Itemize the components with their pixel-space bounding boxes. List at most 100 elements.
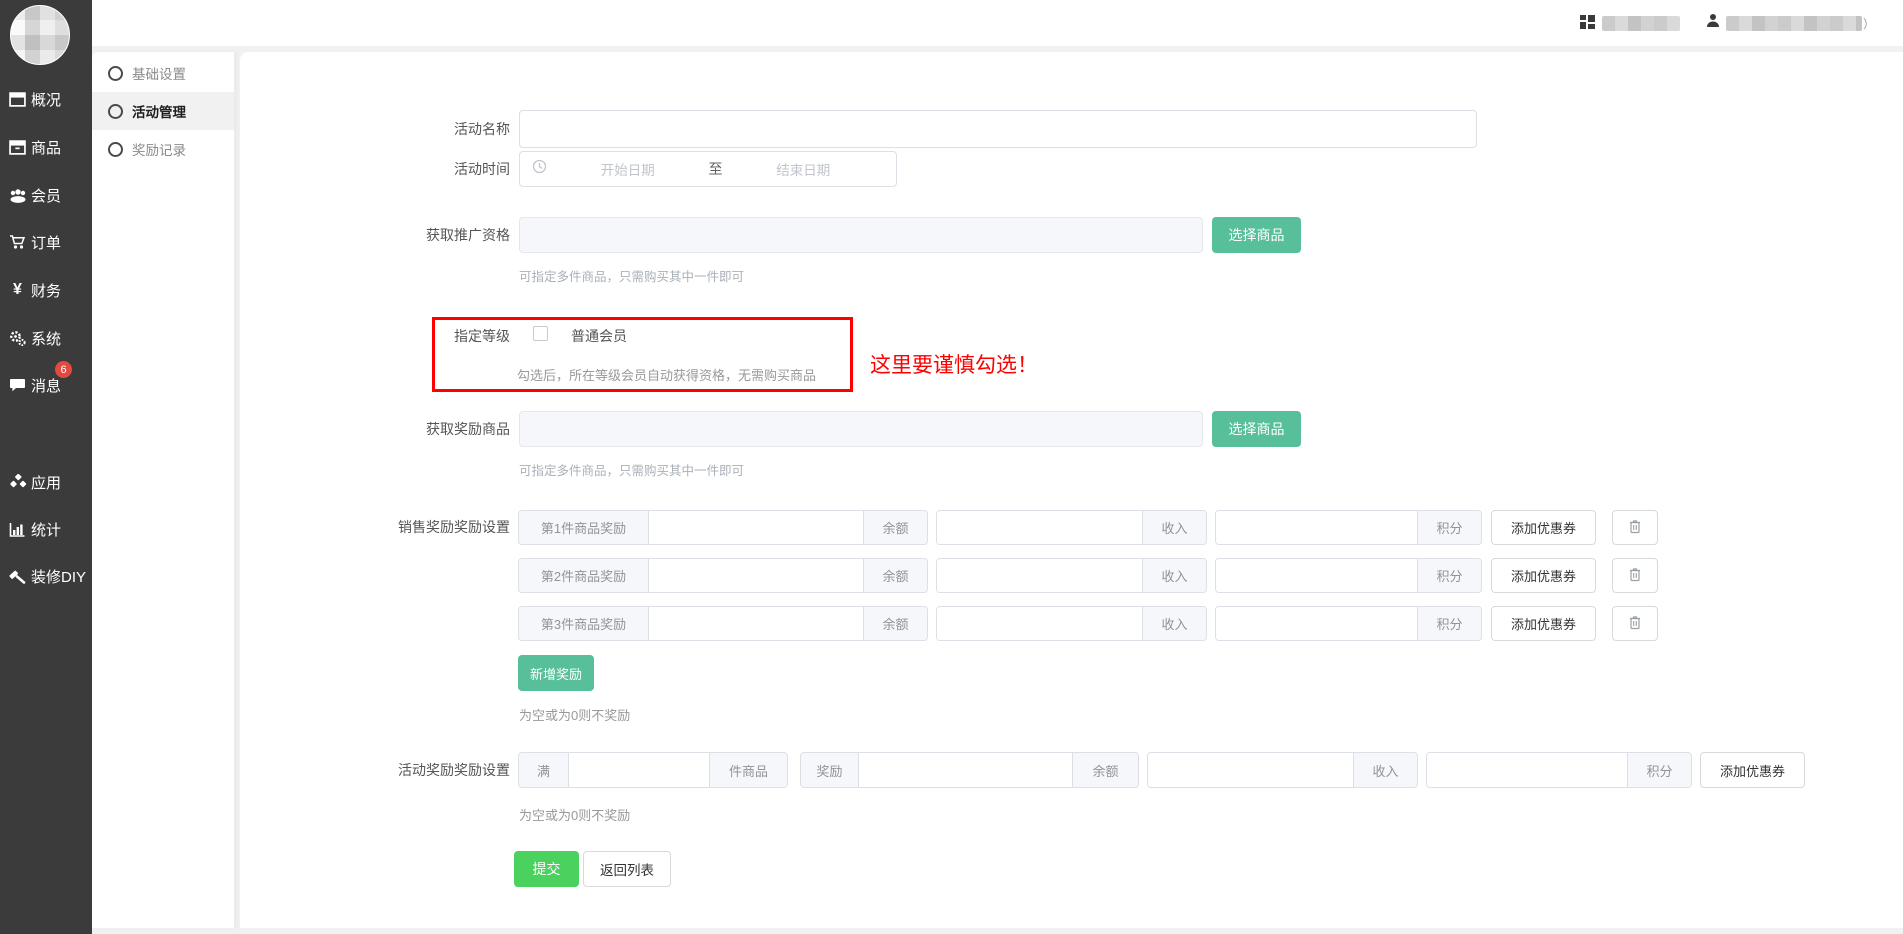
delete-reward-row-button[interactable]	[1612, 558, 1658, 593]
finance-icon: ¥	[8, 281, 27, 299]
submit-button[interactable]: 提交	[514, 851, 579, 887]
members-icon	[8, 188, 27, 203]
orders-icon	[8, 234, 27, 250]
qty-unit-addon: 件商品	[709, 753, 787, 787]
points-input[interactable]	[1216, 559, 1417, 592]
radio-circle-icon	[108, 104, 123, 119]
activity-time-label: 活动时间	[300, 151, 510, 187]
income-unit-addon: 收入	[1142, 511, 1206, 544]
trash-icon	[1628, 519, 1642, 534]
sidebar-item-orders[interactable]: 订单	[0, 229, 92, 255]
statistics-icon	[8, 522, 27, 537]
add-coupon-button[interactable]: 添加优惠券	[1700, 752, 1805, 788]
delete-reward-row-button[interactable]	[1612, 606, 1658, 641]
caution-annotation-text: 这里要谨慎勾选！	[870, 349, 1038, 379]
activity-rewards-note: 为空或为0则不奖励	[519, 805, 630, 824]
redacted-shop-name[interactable]	[1602, 16, 1680, 31]
delete-reward-row-button[interactable]	[1612, 510, 1658, 545]
balance-input[interactable]	[859, 753, 1072, 787]
sidebar-item-messages[interactable]: 消息 6	[0, 372, 92, 398]
reward-prefix-addon: 第1件商品奖励	[519, 511, 649, 544]
balance-input[interactable]	[649, 607, 863, 640]
sales-rewards-label: 销售奖励奖励设置	[300, 509, 510, 545]
income-input[interactable]	[937, 511, 1142, 544]
end-date-field[interactable]: 结束日期	[723, 159, 885, 179]
reward-prefix-addon: 第2件商品奖励	[519, 559, 649, 592]
balance-unit-addon: 余额	[863, 607, 927, 640]
activity-name-label: 活动名称	[300, 111, 510, 147]
add-coupon-button[interactable]: 添加优惠券	[1491, 558, 1596, 593]
points-unit-addon: 积分	[1627, 753, 1691, 787]
secondary-sidebar: 基础设置 活动管理 奖励记录	[92, 52, 235, 928]
username-suffix: ）	[1863, 15, 1875, 32]
promo-qualification-label: 获取推广资格	[300, 217, 510, 253]
activity-name-input[interactable]	[519, 110, 1477, 148]
subnav-item-activity-management[interactable]: 活动管理	[92, 92, 234, 130]
add-coupon-button[interactable]: 添加优惠券	[1491, 510, 1596, 545]
level-checkbox[interactable]	[533, 326, 548, 341]
date-range-separator: 至	[709, 159, 723, 179]
balance-input[interactable]	[649, 511, 863, 544]
income-unit-addon: 收入	[1353, 753, 1417, 787]
reward-goods-input[interactable]	[519, 411, 1203, 447]
sidebar-item-goods[interactable]: 商品	[0, 134, 92, 160]
points-input[interactable]	[1216, 511, 1417, 544]
start-date-field[interactable]: 开始日期	[547, 159, 709, 179]
subnav-item-basic-settings[interactable]: 基础设置	[92, 54, 234, 92]
assign-level-hint: 勾选后，所在等级会员自动获得资格，无需购买商品	[517, 365, 816, 384]
sidebar-item-overview[interactable]: 概况	[0, 86, 92, 112]
sidebar-item-system[interactable]: 系统	[0, 325, 92, 351]
sidebar-item-members[interactable]: 会员	[0, 182, 92, 208]
back-to-list-button[interactable]: 返回列表	[583, 851, 671, 887]
subnav-item-reward-records[interactable]: 奖励记录	[92, 130, 234, 168]
reward-goods-hint: 可指定多件商品，只需购买其中一件即可	[519, 460, 744, 479]
sidebar-item-apps[interactable]: 应用	[0, 469, 92, 495]
sales-reward-row-1: 第1件商品奖励 余额 收入 积分 添加优惠券	[518, 510, 1658, 545]
activity-time-range-picker[interactable]: 开始日期 至 结束日期	[519, 151, 897, 187]
add-coupon-button[interactable]: 添加优惠券	[1491, 606, 1596, 641]
promo-qualification-input[interactable]	[519, 217, 1203, 253]
balance-unit-addon: 余额	[863, 559, 927, 592]
apps-icon	[8, 474, 27, 490]
messages-icon	[8, 378, 27, 393]
redacted-username[interactable]	[1726, 16, 1862, 31]
select-goods-button-promo[interactable]: 选择商品	[1212, 217, 1301, 253]
level-option-label[interactable]: 普通会员	[571, 326, 627, 346]
reward-prefix-addon: 奖励	[801, 753, 859, 787]
radio-circle-icon	[108, 142, 123, 157]
points-input[interactable]	[1427, 753, 1627, 787]
system-icon	[8, 330, 27, 346]
top-bar-right: ）	[1580, 0, 1875, 46]
points-unit-addon: 积分	[1417, 607, 1481, 640]
quantity-input[interactable]	[569, 753, 709, 787]
balance-unit-addon: 余额	[1072, 753, 1138, 787]
add-reward-button[interactable]: 新增奖励	[518, 655, 594, 691]
points-unit-addon: 积分	[1417, 511, 1481, 544]
balance-input[interactable]	[649, 559, 863, 592]
assign-level-label: 指定等级	[300, 318, 510, 354]
goods-icon	[8, 140, 27, 155]
income-input[interactable]	[1148, 753, 1353, 787]
points-unit-addon: 积分	[1417, 559, 1481, 592]
sales-rewards-note: 为空或为0则不奖励	[519, 705, 630, 724]
select-goods-button-reward[interactable]: 选择商品	[1212, 411, 1301, 447]
points-input[interactable]	[1216, 607, 1417, 640]
income-input[interactable]	[937, 559, 1142, 592]
sidebar-item-finance[interactable]: ¥ 财务	[0, 277, 92, 303]
sales-reward-row-2: 第2件商品奖励 余额 收入 积分 添加优惠券	[518, 558, 1658, 593]
decorate-diy-icon	[8, 568, 27, 584]
reward-prefix-addon: 第3件商品奖励	[519, 607, 649, 640]
messages-badge: 6	[55, 361, 72, 378]
avatar[interactable]	[10, 5, 70, 65]
sales-reward-row-3: 第3件商品奖励 余额 收入 积分 添加优惠券	[518, 606, 1658, 641]
top-bar: ）	[92, 0, 1903, 46]
apps-grid-icon[interactable]	[1580, 13, 1595, 34]
clock-icon	[532, 159, 547, 179]
income-unit-addon: 收入	[1142, 607, 1206, 640]
sidebar-item-decorate-diy[interactable]: 装修DIY	[0, 563, 92, 589]
user-icon[interactable]	[1706, 13, 1720, 33]
promo-qualification-hint: 可指定多件商品，只需购买其中一件即可	[519, 266, 744, 285]
income-input[interactable]	[937, 607, 1142, 640]
trash-icon	[1628, 615, 1642, 630]
sidebar-item-statistics[interactable]: 统计	[0, 516, 92, 542]
